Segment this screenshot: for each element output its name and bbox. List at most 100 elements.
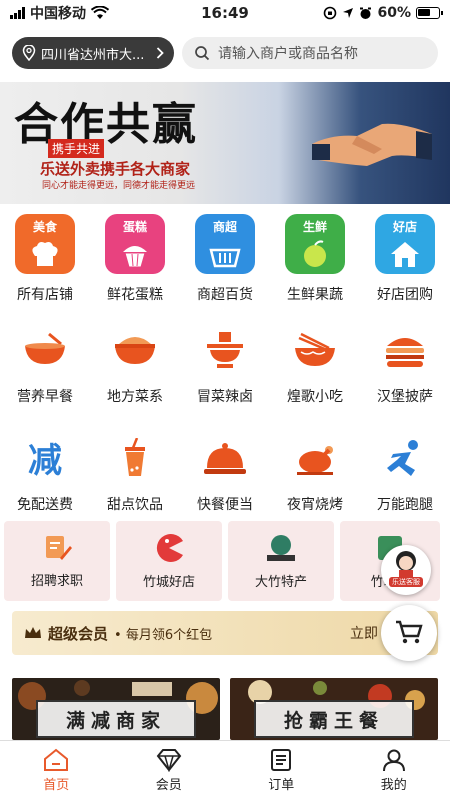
category-label: 好店团购 [377, 287, 433, 303]
tab-profile[interactable]: 我的 [338, 741, 450, 800]
category-label: 生鲜果蔬 [287, 287, 343, 303]
noodle-bowl-icon [289, 324, 341, 376]
crown-icon [25, 627, 41, 638]
user-icon [382, 749, 405, 772]
search-input[interactable]: 请输入商户或商品名称 [182, 37, 438, 69]
vip-title: 超级会员 [48, 624, 109, 643]
service-card-recruit[interactable]: 招聘求职 [4, 521, 110, 601]
customer-service-button[interactable]: 乐送客服 [381, 545, 431, 595]
service-avatar-icon [396, 551, 416, 579]
category-item-fresh[interactable]: 生鲜 生鲜果蔬 [270, 214, 360, 304]
tab-membership[interactable]: 会员 [113, 741, 226, 800]
service-label: 大竹特产 [254, 574, 307, 590]
super-vip-bar[interactable]: 超级会员 • 每月领6个红包 立即 [12, 611, 438, 655]
tab-label: 我的 [380, 778, 407, 793]
category-badge: 好店 [392, 220, 417, 234]
food-type-bbq[interactable]: 夜宵烧烤 [270, 432, 360, 514]
food-type-fast-food[interactable]: 快餐便当 [180, 432, 270, 514]
location-arrow-icon [343, 8, 354, 18]
food-type-burger[interactable]: 汉堡披萨 [360, 324, 450, 406]
tab-label: 订单 [268, 778, 295, 793]
food-type-breakfast[interactable]: 营养早餐 [0, 324, 90, 406]
diamond-icon [156, 749, 182, 772]
food-type-label: 免配送费 [17, 497, 73, 513]
cupcake-icon: 蛋糕 [105, 214, 165, 274]
apple-icon: 生鲜 [285, 214, 345, 274]
category-item-all-stores[interactable]: 美食 所有店铺 [0, 214, 90, 304]
battery-percent: 60% [377, 5, 411, 21]
pacman-icon [156, 533, 183, 562]
food-type-label: 万能跑腿 [377, 497, 433, 513]
category-item-group-buy[interactable]: 好店 好店团购 [360, 214, 450, 304]
svg-text:减: 减 [28, 441, 62, 478]
rotation-lock-icon [324, 6, 337, 20]
tab-label: 会员 [155, 778, 182, 793]
handshake-icon [312, 123, 432, 166]
hotpot-icon [199, 324, 251, 376]
basket-icon: 商超 [195, 214, 255, 274]
banner-headline: 合作共赢 [14, 99, 198, 150]
category-badge: 生鲜 [302, 220, 327, 234]
tab-orders[interactable]: 订单 [225, 741, 338, 800]
food-type-local-cuisine[interactable]: 地方菜系 [90, 324, 180, 406]
cloche-icon [199, 432, 251, 484]
food-type-spicy[interactable]: 冒菜辣卤 [180, 324, 270, 406]
rice-bowl-icon [109, 324, 161, 376]
chef-hat-icon: 美食 [15, 214, 75, 274]
banner-tagline: 同心才能走得更远，同德才能走得更远 [42, 181, 196, 191]
vip-subtitle: • 每月领6个红包 [114, 627, 213, 643]
food-type-label: 快餐便当 [197, 497, 253, 513]
search-placeholder: 请输入商户或商品名称 [218, 46, 358, 62]
food-type-label: 冒菜辣卤 [197, 389, 253, 405]
banner-subtitle: 乐送外卖携手各大商家 [40, 160, 191, 178]
specialty-logo-icon [267, 534, 295, 561]
drink-cup-icon [109, 432, 161, 484]
service-card-specialty[interactable]: 大竹特产 [228, 521, 334, 601]
cart-icon [396, 620, 423, 644]
category-badge: 美食 [32, 220, 57, 234]
house-icon: 好店 [375, 214, 435, 274]
food-type-desserts[interactable]: 甜点饮品 [90, 432, 180, 514]
category-item-supermarket[interactable]: 商超 商超百货 [180, 214, 270, 304]
feature-card-free-meal[interactable]: 抢霸王餐 [230, 678, 438, 740]
category-badge: 商超 [212, 220, 237, 234]
food-type-free-delivery[interactable]: 减 免配送费 [0, 432, 90, 514]
cart-button[interactable] [381, 605, 437, 661]
food-type-label: 汉堡披萨 [377, 389, 433, 405]
carrier-label: 中国移动 [30, 6, 86, 22]
food-type-label: 地方菜系 [107, 389, 163, 405]
home-icon [44, 748, 69, 771]
order-list-icon [271, 749, 292, 771]
header-bar: 四川省达州市大... 请输入商户或商品名称 [0, 36, 450, 70]
location-selector[interactable]: 四川省达州市大... [12, 37, 174, 69]
alarm-icon [360, 7, 372, 19]
discount-icon: 减 [19, 432, 71, 484]
category-grid: 美食 所有店铺 蛋糕 鲜花蛋糕 商超 商超百货 生鲜 生鲜果蔬 好店 好店团购 [0, 214, 450, 304]
service-label: 招聘求职 [30, 573, 83, 589]
map-pin-icon [22, 45, 36, 61]
recruit-icon [46, 535, 72, 560]
battery-icon [416, 7, 443, 19]
service-card-good-stores[interactable]: 竹城好店 [116, 521, 222, 601]
banner-tag: 携手共进 [48, 139, 105, 158]
status-bar: 中国移动 16:49 60% [0, 0, 450, 26]
food-type-label: 营养早餐 [17, 389, 73, 405]
bottom-tab-bar: 首页 会员 订单 我的 [0, 740, 450, 800]
feature-card-discount[interactable]: 满减商家 [12, 678, 220, 740]
feature-label: 抢霸王餐 [254, 700, 414, 738]
category-item-cake[interactable]: 蛋糕 鲜花蛋糕 [90, 214, 180, 304]
tab-home[interactable]: 首页 [0, 741, 113, 800]
soup-bowl-icon [19, 324, 71, 376]
category-label: 鲜花蛋糕 [107, 287, 163, 303]
food-type-snacks[interactable]: 煌歌小吃 [270, 324, 360, 406]
runner-icon [379, 432, 431, 484]
chevron-right-icon [156, 47, 164, 59]
food-type-errand[interactable]: 万能跑腿 [360, 432, 450, 514]
promo-banner[interactable]: 合作共赢 携手共进 乐送外卖携手各大商家 同心才能走得更远，同德才能走得更远 [0, 82, 450, 204]
tab-label: 首页 [43, 778, 70, 793]
customer-service-label: 乐送客服 [389, 577, 423, 587]
food-type-label: 甜点饮品 [107, 497, 163, 513]
wifi-icon [91, 6, 109, 19]
food-type-label: 煌歌小吃 [287, 389, 343, 405]
food-type-label: 夜宵烧烤 [287, 497, 343, 513]
